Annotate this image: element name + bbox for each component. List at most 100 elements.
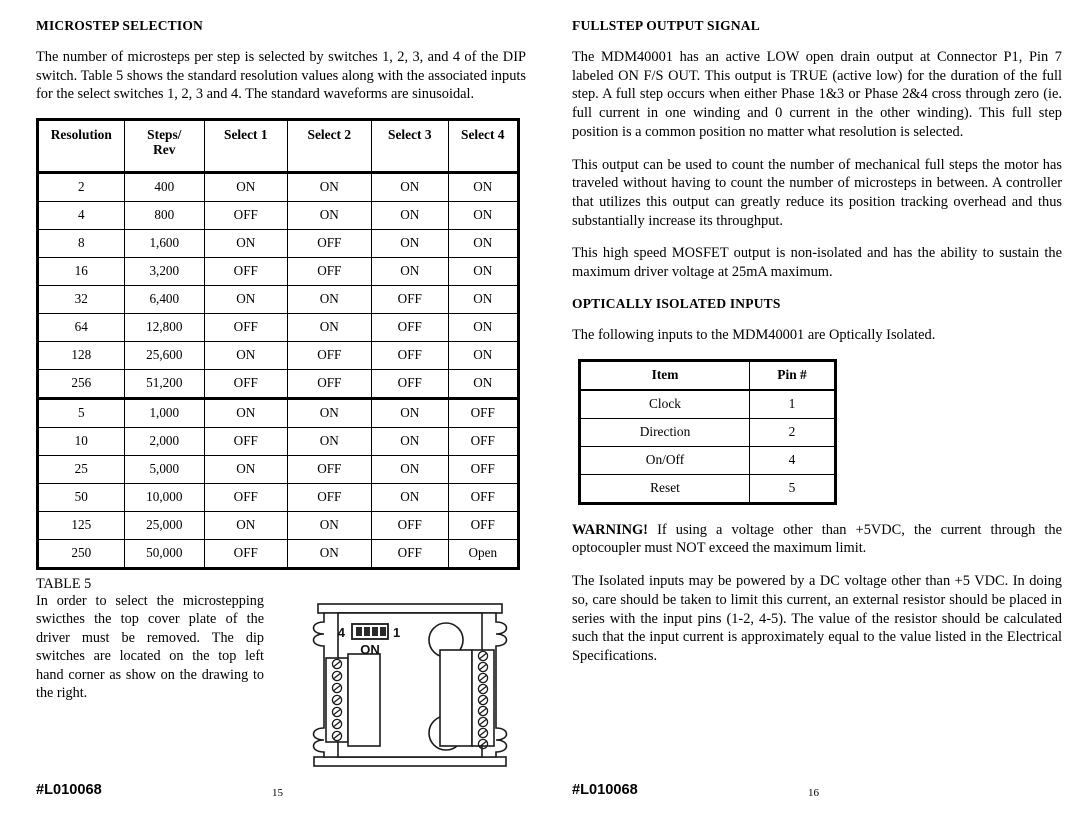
table-row: 8 1,600 ON OFF ON ON — [37, 229, 520, 259]
cell-resolution: 8 — [37, 229, 125, 259]
pin-table-header: Item Pin # — [579, 359, 836, 391]
cell-select-2: ON — [286, 539, 373, 570]
cell-select-4: OFF — [447, 398, 520, 429]
cell-resolution: 50 — [37, 483, 125, 513]
table-row: 4 800 OFF ON ON ON — [37, 201, 520, 231]
cell-select-1: ON — [204, 455, 288, 485]
steps-rev-line1: Steps/ — [147, 127, 182, 143]
cell-select-2: ON — [286, 172, 373, 203]
cell-steps-rev: 800 — [123, 201, 206, 231]
cell-item: On/Off — [579, 445, 750, 475]
right-terminal-block — [439, 649, 473, 747]
cell-steps-rev: 6,400 — [123, 285, 206, 315]
cell-pin-number: 4 — [749, 445, 836, 475]
cell-steps-rev: 5,000 — [123, 455, 206, 485]
cell-select-3: ON — [371, 483, 449, 513]
fullstep-paragraph-2: This output can be used to count the num… — [572, 156, 1062, 229]
cell-select-3: ON — [371, 229, 449, 259]
cell-select-1: OFF — [204, 539, 288, 570]
column-header-item: Item — [579, 359, 750, 391]
cell-resolution: 128 — [37, 341, 125, 371]
driver-top-view-drawing: 4 1 ON — [294, 600, 526, 775]
cell-select-3: OFF — [371, 313, 449, 343]
cell-select-4: ON — [447, 341, 520, 371]
cell-select-2: ON — [286, 511, 373, 541]
cell-resolution: 256 — [37, 369, 125, 401]
cell-steps-rev: 1,600 — [123, 229, 206, 259]
cell-select-4: OFF — [447, 455, 520, 485]
left-column: MICROSTEP SELECTION The number of micros… — [36, 18, 526, 593]
cell-select-2: OFF — [286, 483, 373, 513]
microstep-intro-paragraph: The number of microsteps per step is sel… — [36, 49, 526, 103]
document-number-right: #L010068 — [572, 782, 638, 798]
cell-select-4: OFF — [447, 511, 520, 541]
dip-switch-instructions-paragraph: In order to select the microstepping swi… — [36, 593, 264, 702]
fullstep-paragraph-1: The MDM40001 has an active LOW open drai… — [572, 49, 1062, 140]
cell-item: Reset — [579, 473, 750, 504]
bottom-mounting-bar — [313, 756, 507, 767]
pin-table-row: Direction 2 — [579, 417, 836, 447]
table-row: 128 25,600 ON OFF OFF ON — [37, 341, 520, 371]
cell-resolution: 25 — [37, 455, 125, 485]
warning-label: WARNING! — [572, 521, 648, 538]
table-header-row: Resolution Steps/ Rev Select 1 Select 2 … — [37, 119, 520, 175]
cell-steps-rev: 400 — [123, 172, 206, 203]
table-row: 250 50,000 OFF ON OFF Open — [37, 539, 520, 570]
cell-select-1: OFF — [204, 257, 288, 287]
cell-steps-rev: 2,000 — [123, 427, 206, 457]
cell-steps-rev: 25,600 — [123, 341, 206, 371]
cell-select-1: ON — [204, 172, 288, 203]
cell-select-3: OFF — [371, 511, 449, 541]
isolated-inputs-paragraph: The Isolated inputs may be powered by a … — [572, 573, 1062, 664]
cell-select-4: ON — [447, 201, 520, 231]
cell-select-2: ON — [286, 427, 373, 457]
table-row: 125 25,000 ON ON OFF OFF — [37, 511, 520, 541]
cell-select-2: OFF — [286, 369, 373, 401]
footer-right: #L010068 16 — [572, 782, 1062, 804]
column-header-select-1: Select 1 — [204, 119, 288, 175]
column-header-select-2: Select 2 — [286, 119, 373, 175]
table-row: 32 6,400 ON ON OFF ON — [37, 285, 520, 315]
cell-steps-rev: 12,800 — [123, 313, 206, 343]
cell-select-3: ON — [371, 257, 449, 287]
cell-select-2: OFF — [286, 257, 373, 287]
cell-select-4: ON — [447, 285, 520, 315]
cell-resolution: 16 — [37, 257, 125, 287]
column-header-pin: Pin # — [749, 359, 836, 391]
cell-select-1: OFF — [204, 369, 288, 401]
page-number-left: 15 — [272, 787, 283, 799]
pin-table-row: Reset 5 — [579, 473, 836, 504]
cell-resolution: 5 — [37, 398, 125, 429]
cell-resolution: 32 — [37, 285, 125, 315]
cell-resolution: 10 — [37, 427, 125, 457]
cell-select-1: ON — [204, 229, 288, 259]
cell-select-3: ON — [371, 427, 449, 457]
dip-switch-on-label: ON — [360, 642, 380, 657]
cell-select-2: ON — [286, 398, 373, 429]
cell-select-3: OFF — [371, 341, 449, 371]
cell-select-2: OFF — [286, 341, 373, 371]
column-header-resolution: Resolution — [37, 119, 125, 175]
table-row: 25 5,000 ON OFF ON OFF — [37, 455, 520, 485]
warning-paragraph: WARNING! If using a voltage other than +… — [572, 521, 1062, 558]
cell-select-4: ON — [447, 257, 520, 287]
cell-item: Clock — [579, 389, 750, 419]
cell-pin-number: 2 — [749, 417, 836, 447]
column-header-steps-rev: Steps/ Rev — [123, 119, 206, 175]
cell-select-3: ON — [371, 455, 449, 485]
cell-select-4: OFF — [447, 427, 520, 457]
driver-drawing-svg: 4 1 ON — [312, 603, 508, 767]
cell-resolution: 250 — [37, 539, 125, 570]
cell-select-3: ON — [371, 398, 449, 429]
microstep-selection-heading: MICROSTEP SELECTION — [36, 18, 203, 33]
cell-select-3: OFF — [371, 369, 449, 401]
cell-select-1: OFF — [204, 201, 288, 231]
table-row: 256 51,200 OFF OFF OFF ON — [37, 369, 520, 401]
dip-switch-label-4: 4 — [338, 625, 346, 640]
fullstep-output-signal-heading: FULLSTEP OUTPUT SIGNAL — [572, 18, 760, 33]
cell-pin-number: 5 — [749, 473, 836, 504]
cell-resolution: 64 — [37, 313, 125, 343]
cell-select-1: ON — [204, 341, 288, 371]
cell-steps-rev: 10,000 — [123, 483, 206, 513]
